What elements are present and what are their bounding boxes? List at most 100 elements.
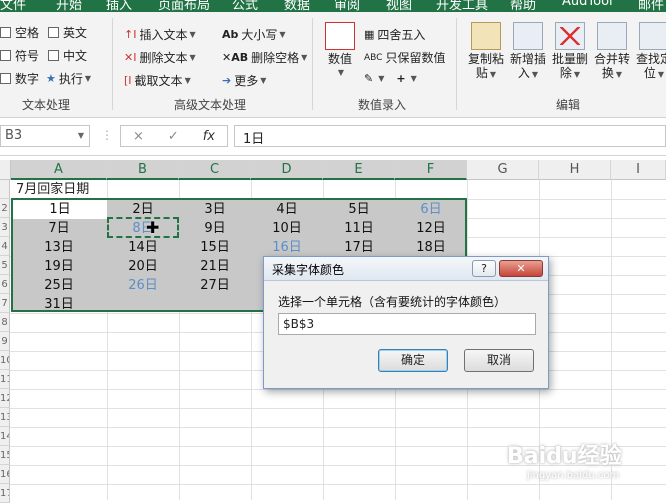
tab-formulas[interactable]: 公式 bbox=[232, 0, 258, 12]
add-insert-button[interactable]: 新增插 入 ▼ bbox=[508, 22, 548, 82]
checkbox[interactable] bbox=[0, 50, 11, 61]
table-cell[interactable]: 31日 bbox=[11, 295, 107, 314]
case-button[interactable]: Ab 大小写 ▼ bbox=[222, 26, 286, 43]
dropdown-arrow-icon[interactable]: ▼ bbox=[78, 131, 84, 140]
table-cell[interactable]: 5日 bbox=[323, 200, 395, 219]
select-all-corner[interactable] bbox=[0, 160, 11, 180]
row-header[interactable]: 11 bbox=[0, 370, 10, 389]
cancel-icon[interactable]: × bbox=[133, 129, 144, 144]
execute-button[interactable]: ★ 执行 ▼ bbox=[46, 70, 91, 87]
table-cell[interactable]: 26日 bbox=[107, 276, 179, 295]
checkbox[interactable] bbox=[48, 50, 59, 61]
remove-space-button[interactable]: ✕AB 删除空格 ▼ bbox=[222, 49, 307, 66]
cell-reference-input[interactable]: $B$3 bbox=[278, 313, 536, 335]
option-english[interactable]: 英文 bbox=[48, 24, 87, 41]
table-cell[interactable]: 3日 bbox=[179, 200, 251, 219]
row-header[interactable]: 7 bbox=[0, 294, 10, 313]
column-header[interactable]: F bbox=[395, 160, 467, 180]
column-header[interactable]: H bbox=[539, 160, 611, 180]
checkbox[interactable] bbox=[48, 27, 59, 38]
keep-values-button[interactable]: ABC 只保留数值 bbox=[364, 49, 445, 66]
option-space[interactable]: 空格 bbox=[0, 24, 39, 41]
sheet-title-cell[interactable]: 7月回家日期 bbox=[16, 180, 89, 199]
table-cell[interactable]: 18日 bbox=[395, 238, 467, 257]
column-header[interactable]: E bbox=[323, 160, 395, 180]
tab-mail[interactable]: 邮件 bbox=[638, 0, 664, 12]
check-icon[interactable]: ✓ bbox=[168, 129, 179, 144]
copy-paste-button[interactable]: 复制粘 贴 ▼ bbox=[466, 22, 506, 82]
merge-convert-button[interactable]: 合并转 换 ▼ bbox=[592, 22, 632, 82]
tab-view[interactable]: 视图 bbox=[386, 0, 412, 12]
table-cell[interactable]: 17日 bbox=[323, 238, 395, 257]
table-cell[interactable]: 19日 bbox=[11, 257, 107, 276]
table-cell[interactable]: 10日 bbox=[251, 219, 323, 238]
delete-text-button[interactable]: ✕I 删除文本 ▼ bbox=[124, 49, 196, 66]
table-cell[interactable]: 21日 bbox=[179, 257, 251, 276]
row-header[interactable]: 12 bbox=[0, 389, 10, 408]
row-header[interactable]: 17 bbox=[0, 484, 10, 503]
table-cell[interactable]: 4日 bbox=[251, 200, 323, 219]
batch-delete-button[interactable]: 批量删 除 ▼ bbox=[550, 22, 590, 82]
tab-developer[interactable]: 开发工具 bbox=[436, 0, 488, 12]
tab-review[interactable]: 审阅 bbox=[334, 0, 360, 12]
row-header[interactable]: 15 bbox=[0, 446, 10, 465]
checkbox[interactable] bbox=[0, 27, 11, 38]
fx-icon[interactable]: fx bbox=[203, 129, 215, 144]
row-header[interactable]: 13 bbox=[0, 408, 10, 427]
tab-audtool[interactable]: AudTool bbox=[562, 0, 613, 9]
column-header[interactable]: B bbox=[107, 160, 179, 180]
option-number[interactable]: 数字 bbox=[0, 70, 39, 87]
more-button[interactable]: ➔ 更多 ▼ bbox=[222, 72, 266, 89]
insert-text-button[interactable]: ↑I 插入文本 ▼ bbox=[124, 26, 196, 43]
tab-page-layout[interactable]: 页面布局 bbox=[158, 0, 210, 12]
table-cell[interactable]: 1日 bbox=[13, 200, 107, 219]
table-cell[interactable]: 14日 bbox=[107, 238, 179, 257]
name-box[interactable]: B3 ▼ bbox=[0, 125, 90, 147]
table-cell[interactable]: 11日 bbox=[323, 219, 395, 238]
table-cell[interactable]: 20日 bbox=[107, 257, 179, 276]
table-cell[interactable]: 9日 bbox=[179, 219, 251, 238]
numeric-button[interactable]: 数值 ▼ bbox=[322, 22, 358, 80]
tab-insert[interactable]: 插入 bbox=[106, 0, 132, 12]
option-chinese[interactable]: 中文 bbox=[48, 47, 87, 64]
tab-data[interactable]: 数据 bbox=[284, 0, 310, 12]
table-cell[interactable]: 6日 bbox=[395, 200, 467, 219]
find-locate-button[interactable]: 查找定 位 ▼ bbox=[634, 22, 666, 82]
row-header[interactable]: 14 bbox=[0, 427, 10, 446]
formula-input[interactable]: 1日 bbox=[234, 125, 666, 147]
checkbox[interactable] bbox=[0, 73, 11, 84]
tab-file[interactable]: 文件 bbox=[0, 0, 26, 12]
dialog-titlebar[interactable]: 采集字体颜色 ? ✕ bbox=[264, 257, 548, 281]
drag-handle-icon[interactable]: ⋮ bbox=[101, 128, 113, 142]
table-cell[interactable]: 15日 bbox=[179, 238, 251, 257]
row-header[interactable] bbox=[0, 180, 10, 199]
table-cell[interactable]: 13日 bbox=[11, 238, 107, 257]
row-header[interactable]: 6 bbox=[0, 275, 10, 294]
close-button[interactable]: ✕ bbox=[499, 260, 543, 277]
row-header[interactable]: 8 bbox=[0, 313, 10, 332]
column-header[interactable]: I bbox=[611, 160, 666, 180]
cancel-button[interactable]: 取消 bbox=[464, 349, 534, 372]
tab-help[interactable]: 帮助 bbox=[510, 0, 536, 12]
column-header[interactable]: G bbox=[467, 160, 539, 180]
ok-button[interactable]: 确定 bbox=[378, 349, 448, 372]
row-header[interactable]: 3 bbox=[0, 218, 10, 237]
row-header[interactable]: 2 bbox=[0, 199, 10, 218]
tab-home[interactable]: 开始 bbox=[56, 0, 82, 12]
help-button[interactable]: ? bbox=[472, 260, 496, 277]
row-header[interactable]: 5 bbox=[0, 256, 10, 275]
table-cell[interactable]: 16日 bbox=[251, 238, 323, 257]
table-cell[interactable]: 25日 bbox=[11, 276, 107, 295]
column-header[interactable]: A bbox=[11, 160, 107, 180]
round-button[interactable]: ▦ 四舍五入 bbox=[364, 26, 425, 43]
table-cell[interactable]: 12日 bbox=[395, 219, 467, 238]
row-header[interactable]: 4 bbox=[0, 237, 10, 256]
column-header[interactable]: C bbox=[179, 160, 251, 180]
row-header[interactable]: 9 bbox=[0, 332, 10, 351]
extract-text-button[interactable]: [I 截取文本 ▼ bbox=[124, 72, 191, 89]
option-symbol[interactable]: 符号 bbox=[0, 47, 39, 64]
row-header[interactable]: 16 bbox=[0, 465, 10, 484]
table-cell[interactable]: 27日 bbox=[179, 276, 251, 295]
column-header[interactable]: D bbox=[251, 160, 323, 180]
table-cell[interactable]: 7日 bbox=[11, 219, 107, 238]
